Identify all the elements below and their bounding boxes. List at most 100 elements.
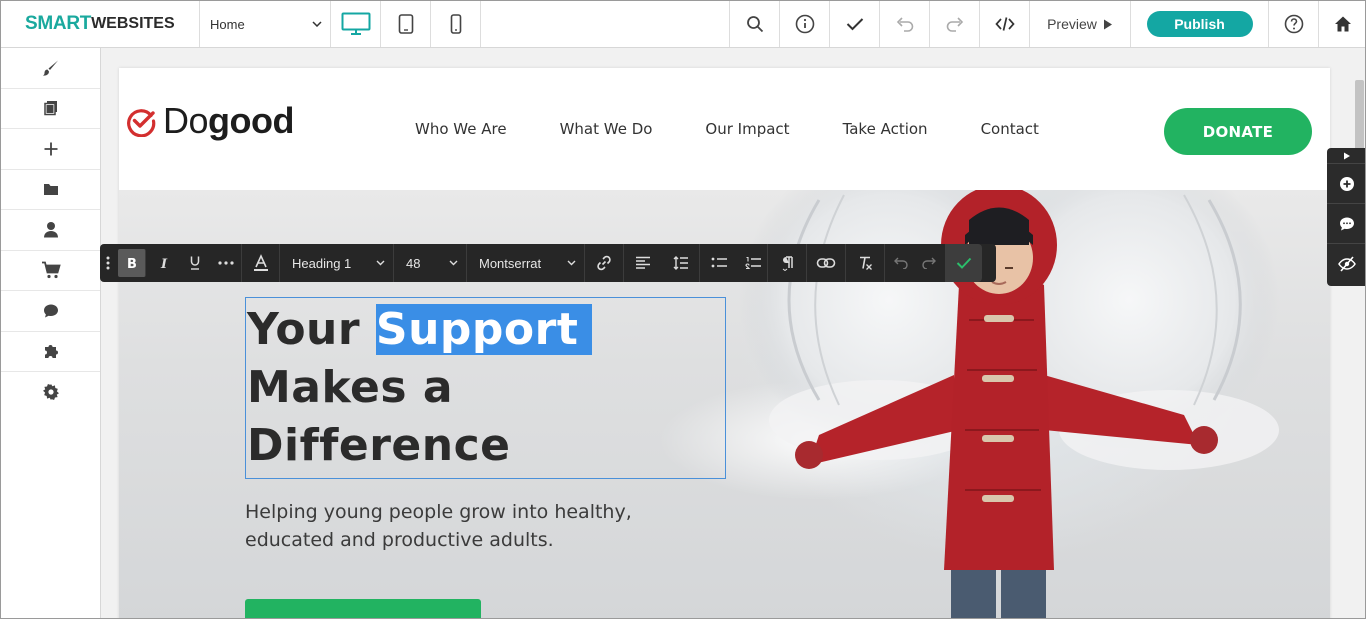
numbered-list-button[interactable] — [738, 244, 768, 282]
nav-contact[interactable]: Contact — [981, 120, 1039, 138]
redo-icon — [922, 257, 936, 269]
right-floating-panel — [1327, 148, 1365, 286]
sidebar-item-files[interactable] — [1, 170, 100, 210]
page-selector[interactable]: Home — [200, 1, 331, 47]
search-button[interactable] — [730, 1, 780, 47]
sidebar-item-design[interactable] — [1, 48, 100, 89]
bullet-list-button[interactable] — [700, 244, 738, 282]
publish-button[interactable]: Publish — [1146, 11, 1253, 37]
home-button[interactable] — [1319, 1, 1365, 47]
help-icon — [1284, 14, 1303, 34]
font-size-select[interactable]: 48 — [394, 244, 467, 282]
code-view-button[interactable] — [980, 1, 1030, 47]
website-preview: Dogood Who We Are What We Do Our Impact … — [119, 68, 1330, 618]
paragraph-format-button[interactable] — [768, 244, 807, 282]
undo-button[interactable] — [880, 1, 930, 47]
check-button[interactable] — [830, 1, 880, 47]
line-height-button[interactable] — [662, 244, 700, 282]
block-style-value: Heading 1 — [292, 255, 352, 271]
align-button[interactable] — [624, 244, 662, 282]
link-button[interactable] — [585, 244, 624, 282]
unlink-button[interactable] — [807, 244, 846, 282]
sidebar-item-apps[interactable] — [1, 332, 100, 372]
drag-handle-icon — [106, 256, 110, 270]
desktop-icon — [341, 12, 370, 35]
user-icon — [43, 222, 58, 238]
mobile-view-button[interactable] — [431, 1, 481, 47]
nav-who-we-are[interactable]: Who We Are — [415, 120, 507, 138]
folder-icon — [43, 184, 58, 196]
eye-slash-icon — [1338, 256, 1356, 272]
underline-icon — [190, 256, 200, 270]
more-icon — [217, 261, 234, 265]
font-size-value: 48 — [406, 255, 421, 271]
nav-what-we-do[interactable]: What We Do — [560, 120, 653, 138]
underline-button[interactable] — [180, 244, 210, 282]
italic-button[interactable]: I — [150, 244, 180, 282]
editor-canvas: Dogood Who We Are What We Do Our Impact … — [101, 48, 1365, 618]
site-nav: Who We Are What We Do Our Impact Take Ac… — [415, 120, 1092, 138]
hero-subtext[interactable]: Helping young people grow into healthy, … — [245, 498, 725, 554]
home-icon — [1335, 16, 1351, 32]
check-circle-logo-icon — [127, 109, 156, 137]
mobile-icon — [450, 14, 461, 34]
brand-second: WEBSITES — [91, 15, 175, 32]
sidebar-item-settings[interactable] — [1, 372, 100, 413]
nav-take-action[interactable]: Take Action — [843, 120, 928, 138]
text-format-toolbar: B I Heading 1 48 Montserrat — [100, 244, 996, 282]
preview-button[interactable]: Preview — [1030, 1, 1131, 47]
sidebar-item-add[interactable] — [1, 129, 100, 170]
cart-icon — [41, 261, 61, 279]
toolbar-redo-button[interactable] — [915, 244, 945, 282]
align-left-icon — [636, 256, 650, 269]
bold-button[interactable]: B — [118, 249, 146, 277]
top-toolbar: SMART WEBSITES Home Preview Publish — [1, 1, 1365, 48]
help-button[interactable] — [1269, 1, 1319, 47]
hero-heading[interactable]: Your Support Makes a Difference — [246, 298, 725, 475]
clear-formatting-button[interactable] — [846, 244, 885, 282]
search-icon — [746, 16, 763, 33]
italic-icon: I — [160, 257, 168, 270]
info-icon — [795, 14, 814, 34]
tablet-icon — [398, 14, 413, 34]
hide-button[interactable] — [1327, 244, 1365, 284]
info-button[interactable] — [780, 1, 830, 47]
brand-logo: SMART WEBSITES — [1, 1, 200, 47]
check-icon — [956, 257, 971, 269]
tablet-view-button[interactable] — [381, 1, 431, 47]
hero-cta-button[interactable] — [245, 599, 481, 618]
sidebar-item-store[interactable] — [1, 251, 100, 291]
drag-handle[interactable] — [100, 255, 116, 271]
chevron-down-icon — [376, 260, 385, 266]
site-logo[interactable]: Dogood — [125, 100, 294, 142]
block-style-select[interactable]: Heading 1 — [280, 244, 394, 282]
plus-icon — [44, 142, 57, 156]
canvas-scrollbar[interactable] — [1353, 48, 1365, 618]
desktop-view-button[interactable] — [331, 1, 381, 47]
sidebar-item-pages[interactable] — [1, 89, 100, 129]
left-sidebar — [1, 48, 101, 618]
toolbar-undo-button[interactable] — [885, 244, 915, 282]
more-formatting-button[interactable] — [210, 244, 242, 282]
pages-icon — [43, 101, 57, 116]
bold-icon: B — [127, 257, 137, 270]
apply-changes-button[interactable] — [945, 244, 982, 282]
sidebar-item-comments[interactable] — [1, 291, 100, 332]
panel-collapse-button[interactable] — [1327, 148, 1365, 164]
donate-button[interactable]: DONATE — [1164, 108, 1312, 155]
numbered-list-icon — [744, 256, 761, 270]
preview-label: Preview — [1047, 16, 1097, 32]
comment-button[interactable] — [1327, 204, 1365, 244]
selected-text: Support — [375, 304, 593, 355]
add-section-button[interactable] — [1327, 164, 1365, 204]
add-circle-icon — [1340, 176, 1354, 191]
heading-edit-box[interactable]: Your Support Makes a Difference — [245, 297, 726, 479]
nav-our-impact[interactable]: Our Impact — [705, 120, 789, 138]
sidebar-item-users[interactable] — [1, 210, 100, 251]
brush-icon — [42, 60, 58, 76]
redo-button[interactable] — [930, 1, 980, 47]
font-family-select[interactable]: Montserrat — [467, 244, 585, 282]
text-color-button[interactable] — [242, 244, 280, 282]
text-color-icon — [253, 254, 268, 271]
bullet-list-icon — [711, 257, 727, 268]
